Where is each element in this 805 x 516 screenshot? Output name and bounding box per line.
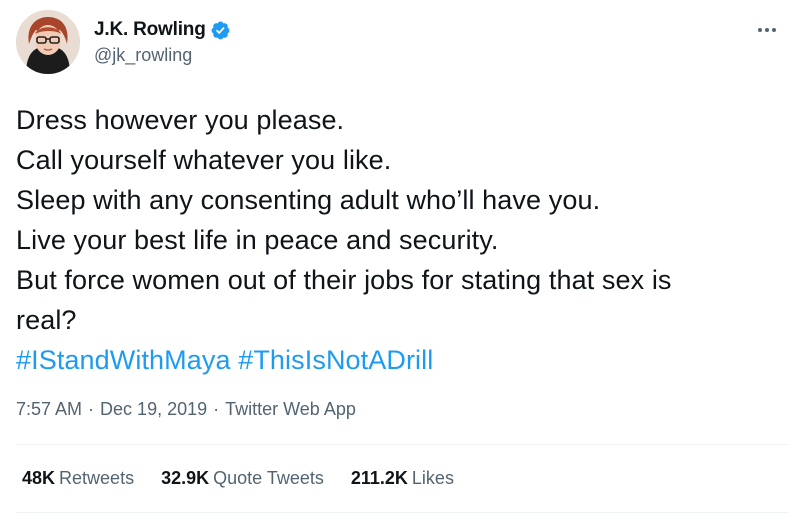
divider (16, 512, 789, 513)
tweet-date[interactable]: Dec 19, 2019 (100, 399, 207, 419)
tweet-text-line: Live your best life in peace and securit… (16, 225, 499, 255)
likes-count: 211.2K (350, 468, 408, 488)
tweet-text-line: Call yourself whatever you like. (16, 145, 392, 175)
verified-badge-icon (210, 20, 231, 41)
tweet-header: J.K. Rowling @jk_rowling (16, 10, 789, 78)
tweet-text-line: Sleep with any consenting adult who’ll h… (16, 185, 601, 215)
tweet-meta: 7:57 AM · Dec 19, 2019 · Twitter Web App (16, 399, 356, 420)
quote-tweets-label: Quote Tweets (213, 468, 324, 488)
author-names: J.K. Rowling @jk_rowling (94, 18, 231, 66)
retweets-stat[interactable]: 48K Retweets (22, 468, 134, 489)
tweet-text-line: Dress however you please. (16, 105, 345, 135)
quote-tweets-stat[interactable]: 32.9K Quote Tweets (161, 468, 324, 489)
tweet-text-line: real? (16, 305, 77, 335)
tweet-text-line: But force women out of their jobs for st… (16, 265, 672, 295)
retweets-label: Retweets (59, 468, 135, 488)
retweets-count: 48K (22, 468, 56, 488)
tweet-time[interactable]: 7:57 AM (16, 399, 82, 419)
display-name-row: J.K. Rowling (94, 18, 231, 42)
divider (16, 444, 789, 445)
meta-separator: · (213, 399, 220, 419)
likes-label: Likes (411, 468, 454, 488)
hashtag-istandwithmaya[interactable]: #IStandWithMaya (16, 345, 231, 375)
quote-tweets-count: 32.9K (161, 468, 210, 488)
likes-stat[interactable]: 211.2K Likes (351, 468, 454, 489)
author-handle[interactable]: @jk_rowling (94, 45, 231, 66)
avatar-image (16, 10, 80, 74)
tweet-source[interactable]: Twitter Web App (225, 399, 356, 419)
hashtags: #IStandWithMaya #ThisIsNotADrill (16, 340, 789, 380)
tweet-stats: 48K Retweets 32.9K Quote Tweets 211.2K Like… (22, 468, 481, 489)
avatar[interactable] (16, 10, 80, 74)
tweet-detail: J.K. Rowling @jk_rowling Dress however y… (0, 0, 805, 516)
meta-separator: · (88, 399, 95, 419)
hashtag-thisisnotadrill[interactable]: #ThisIsNotADrill (238, 345, 433, 375)
display-name[interactable]: J.K. Rowling (94, 19, 206, 41)
tweet-text: Dress however you please. Call yourself … (16, 100, 789, 380)
more-options-icon[interactable] (755, 18, 779, 42)
